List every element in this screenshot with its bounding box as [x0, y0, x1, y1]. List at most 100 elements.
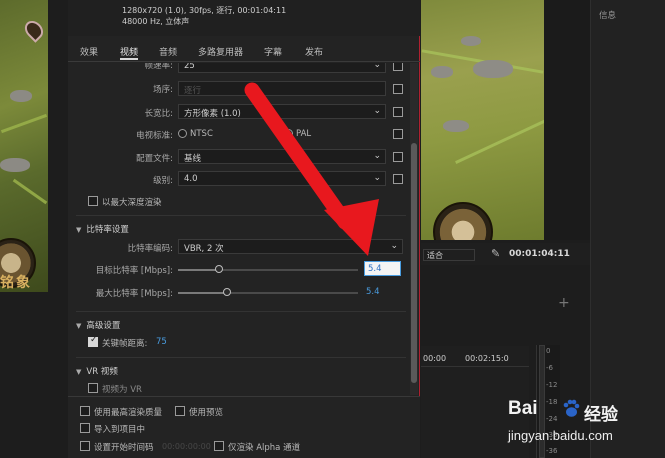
watermark-url: jingyan.baidu.com — [508, 428, 613, 443]
field-order-match-checkbox[interactable] — [393, 84, 403, 94]
emblem-icon — [433, 202, 493, 240]
target-bitrate-slider-handle[interactable] — [215, 265, 223, 273]
target-bitrate-slider[interactable] — [178, 269, 358, 271]
import-project-checkbox[interactable] — [80, 423, 90, 433]
watermark-jingyan: 经验 — [584, 405, 618, 425]
tab-audio[interactable]: 音频 — [159, 45, 177, 58]
aspect-match-checkbox[interactable] — [393, 107, 403, 117]
level-label: 级别: — [153, 176, 173, 186]
profile-match-checkbox[interactable] — [393, 152, 403, 162]
ntsc-label: NTSC — [190, 129, 213, 139]
render-alpha-checkbox[interactable] — [214, 441, 224, 451]
bitrate-encoding-dropdown[interactable]: VBR, 2 次 ⌄ — [178, 239, 403, 254]
profile-label: 配置文件: — [136, 154, 173, 164]
level-value: 4.0 — [184, 174, 198, 184]
target-bitrate-label: 目标比特率 [Mbps]: — [95, 266, 173, 276]
scrollbar-thumb[interactable] — [411, 143, 417, 383]
tab-effects[interactable]: 效果 — [80, 45, 98, 58]
fit-dropdown[interactable]: 适合 — [423, 249, 475, 261]
tab-video[interactable]: 视频 — [120, 45, 139, 60]
max-quality-label: 使用最高渲染质量 — [94, 408, 163, 418]
set-timecode-checkbox[interactable] — [80, 441, 90, 451]
keyframe-distance-value[interactable]: 75 — [156, 337, 167, 347]
max-bitrate-slider[interactable] — [178, 292, 358, 294]
bitrate-encoding-label: 比特率编码: — [127, 244, 173, 254]
export-settings-dialog: 1280x720 (1.0), 30fps, 逐行, 00:01:04:11 4… — [68, 0, 420, 458]
aspect-value: 方形像素 (1.0) — [184, 109, 241, 119]
collapse-triangle-icon: ▼ — [76, 322, 82, 330]
baidu-paw-icon — [563, 399, 580, 417]
timeline-tick-0: 00:00 — [423, 354, 447, 363]
program-monitor-preview — [421, 0, 544, 240]
keyframe-distance-checkbox[interactable] — [88, 335, 98, 347]
frame-rate-dropdown[interactable]: 25 ⌄ — [178, 63, 386, 73]
info-panel: 信息 — [590, 0, 665, 458]
baidu-watermark: Bai 经验 jingyan.baidu.com — [508, 398, 662, 454]
field-order-label: 场序: — [153, 85, 173, 95]
frame-rate-match-checkbox[interactable] — [393, 63, 403, 71]
chevron-down-icon: ⌄ — [390, 241, 398, 251]
chevron-down-icon: ⌄ — [373, 173, 381, 183]
max-quality-checkbox[interactable] — [80, 406, 90, 416]
tab-publish[interactable]: 发布 — [305, 45, 323, 58]
meter-level: -6 — [546, 364, 553, 372]
pal-label: PAL — [296, 129, 312, 139]
bitrate-section-header[interactable]: ▼ 比特率设置 — [76, 223, 129, 235]
timeline-ruler[interactable] — [421, 366, 529, 367]
max-depth-checkbox[interactable] — [88, 196, 98, 206]
monitor-controls: 适合 ✎ 00:01:04:11 — [421, 243, 590, 265]
divider — [76, 357, 406, 358]
collapse-triangle-icon: ▼ — [76, 226, 82, 234]
advanced-section-header[interactable]: ▼ 高级设置 — [76, 319, 120, 331]
wrench-icon[interactable]: ✎ — [491, 247, 500, 260]
max-bitrate-slider-handle[interactable] — [223, 288, 231, 296]
start-timecode-field[interactable]: 00:00:00:00 — [162, 442, 211, 451]
profile-value: 基线 — [184, 154, 202, 164]
tab-captions[interactable]: 字幕 — [264, 45, 282, 58]
field-order-value: 逐行 — [184, 86, 202, 96]
map-pin-icon — [21, 17, 47, 43]
meter-level: 0 — [546, 347, 551, 355]
use-preview-checkbox[interactable] — [175, 406, 185, 416]
keyframe-distance-label: 关键帧距离: — [102, 339, 148, 349]
bitrate-section-title: 比特率设置 — [86, 225, 129, 235]
target-bitrate-input[interactable]: 5.4 — [364, 261, 401, 276]
import-project-label: 导入到项目中 — [94, 425, 146, 435]
divider — [76, 311, 406, 312]
pal-radio[interactable] — [284, 129, 293, 138]
level-dropdown[interactable]: 4.0 ⌄ — [178, 171, 386, 186]
chevron-down-icon: ⌄ — [373, 63, 381, 70]
video-settings-pane[interactable]: 帧速率: 25 ⌄ 场序: 逐行 长宽比: 方形像素 (1.0) ⌄ 电视标准: N… — [68, 63, 420, 395]
vr-checkbox[interactable] — [88, 383, 98, 393]
meter-level: -12 — [546, 381, 558, 389]
use-preview-label: 使用预览 — [189, 408, 224, 418]
aspect-dropdown[interactable]: 方形像素 (1.0) ⌄ — [178, 104, 386, 119]
max-depth-label: 以最大深度渲染 — [102, 198, 162, 208]
frame-rate-value: 25 — [184, 63, 195, 71]
add-button-icon[interactable]: + — [558, 295, 570, 311]
max-bitrate-value[interactable]: 5.4 — [366, 287, 380, 297]
settings-tabs: 效果 视频 音频 多路复用器 字幕 发布 — [68, 40, 420, 62]
timeline-tick-1: 00:02:15:0 — [465, 354, 509, 363]
source-info-line1: 1280x720 (1.0), 30fps, 逐行, 00:01:04:11 — [122, 6, 287, 15]
watermark-brand: Bai — [508, 398, 538, 419]
export-options: 使用最高渲染质量 使用预览 导入到项目中 设置开始时间码 00:00:00:00… — [68, 396, 420, 458]
tab-multiplexer[interactable]: 多路复用器 — [198, 45, 243, 58]
divider — [76, 215, 406, 216]
level-match-checkbox[interactable] — [393, 174, 403, 184]
advanced-section-title: 高级设置 — [86, 321, 121, 331]
tv-standard-match-checkbox[interactable] — [393, 129, 403, 139]
settings-scrollbar[interactable] — [410, 63, 418, 395]
profile-dropdown[interactable]: 基线 ⌄ — [178, 149, 386, 164]
collapse-triangle-icon: ▼ — [76, 368, 82, 376]
left-video-thumbnail: 铭象 — [0, 0, 48, 292]
ntsc-radio[interactable] — [178, 129, 187, 138]
vr-section-header[interactable]: ▼ VR 视频 — [76, 365, 118, 377]
panel-strip — [544, 0, 590, 240]
aspect-label: 长宽比: — [144, 109, 173, 119]
thumbnail-caption: 铭象 — [0, 275, 32, 291]
field-order-dropdown[interactable]: 逐行 — [178, 81, 386, 96]
source-info-line2: 48000 Hz, 立体声 — [122, 17, 190, 26]
vr-label: 视频为 VR — [102, 385, 142, 395]
program-timecode: 00:01:04:11 — [509, 249, 570, 259]
